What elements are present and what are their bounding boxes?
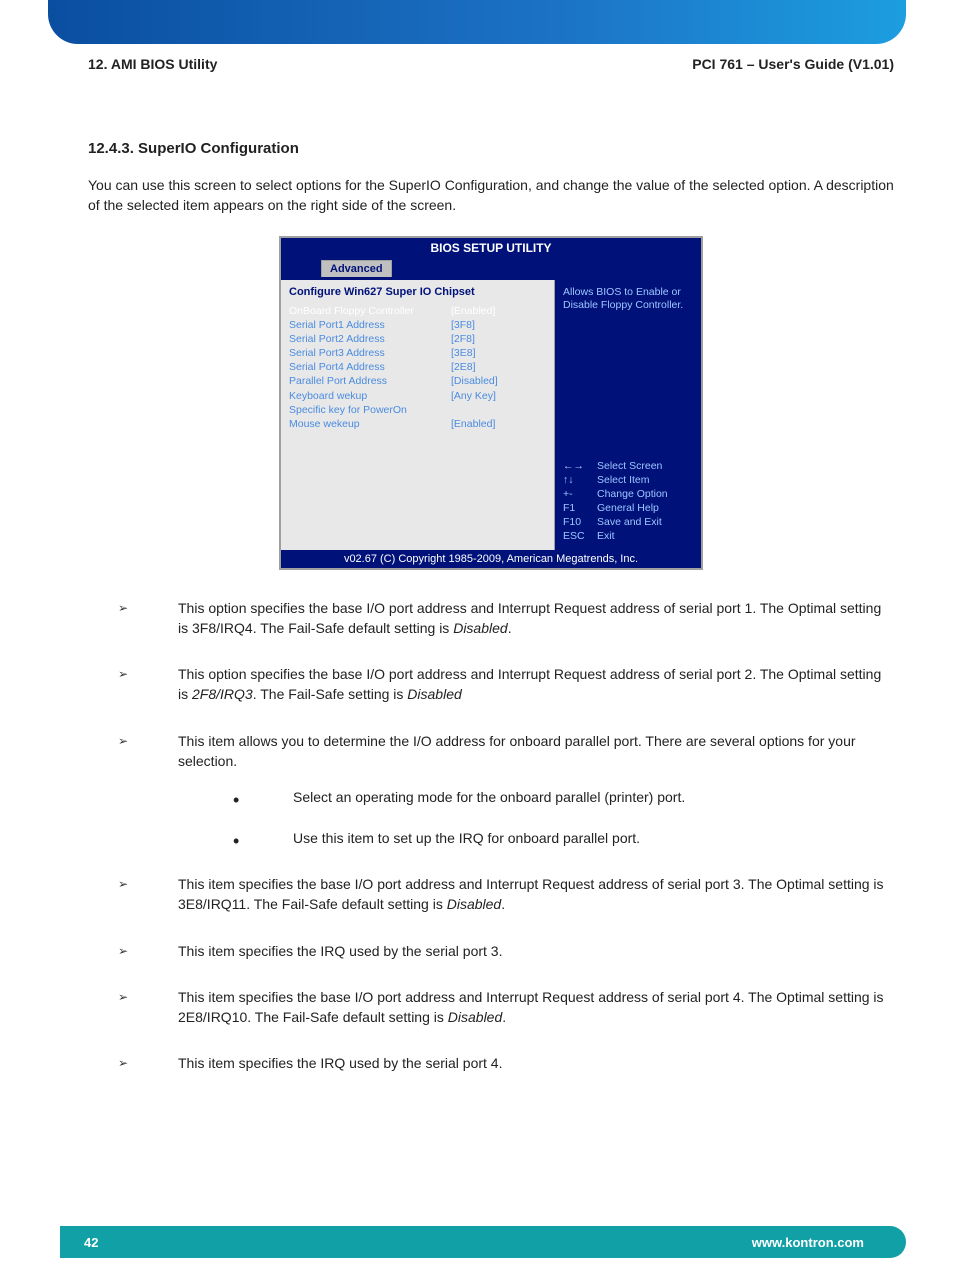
definition-text: This item allows you to determine the I/…: [178, 733, 856, 769]
bios-config-value: [Any Key]: [451, 389, 546, 403]
bios-config-label: Keyboard wekup: [289, 389, 451, 403]
definition-item: ➢ This item specifies the IRQ used by th…: [88, 941, 894, 961]
bios-help-action: Select Screen: [597, 459, 662, 473]
bios-tab-advanced: Advanced: [321, 260, 392, 277]
bios-help-row: +-Change Option: [563, 487, 693, 501]
bios-help-list: ←→Select Screen↑↓Select Item+-Change Opt…: [563, 459, 693, 544]
definition-text: This option specifies the base I/O port …: [178, 600, 881, 636]
bios-help-action: Select Item: [597, 473, 650, 487]
bios-config-row: Serial Port4 Address[2E8]: [289, 360, 546, 374]
bios-config-label: Serial Port2 Address: [289, 332, 451, 346]
bios-help-key: F1: [563, 501, 597, 515]
section-heading: 12.4.3. SuperIO Configuration: [88, 140, 894, 157]
page-content: 12.4.3. SuperIO Configuration You can us…: [88, 140, 894, 1100]
bios-help-key: F10: [563, 515, 597, 529]
bios-help-action: Save and Exit: [597, 515, 662, 529]
page-top-stripe: [48, 0, 906, 44]
bios-help-row: ←→Select Screen: [563, 459, 693, 473]
bios-config-value: [3E8]: [451, 346, 546, 360]
bios-help-key: ↑↓: [563, 473, 597, 487]
bios-config-row: Parallel Port Address[Disabled]: [289, 374, 546, 388]
bios-help-action: General Help: [597, 501, 659, 515]
bios-config-value: [Enabled]: [451, 417, 546, 431]
bios-config-value: [2F8]: [451, 332, 546, 346]
bios-help-row: ESCExit: [563, 529, 693, 543]
definition-sub-text: Use this item to set up the IRQ for onbo…: [293, 830, 640, 846]
definition-text: This item specifies the base I/O port ad…: [178, 989, 884, 1025]
bios-config-label: OnBoard Floppy Controller: [289, 304, 451, 318]
definition-item: ➢ This option specifies the base I/O por…: [88, 664, 894, 705]
bios-config-row: Serial Port2 Address[2F8]: [289, 332, 546, 346]
bios-help-row: F1General Help: [563, 501, 693, 515]
bios-config-label: Mouse wekeup: [289, 417, 451, 431]
bios-config-label: Serial Port4 Address: [289, 360, 451, 374]
bios-help-key: ESC: [563, 529, 597, 543]
bios-config-value: [2E8]: [451, 360, 546, 374]
bios-config-value: [3F8]: [451, 318, 546, 332]
definition-item: ➢ This option specifies the base I/O por…: [88, 598, 894, 639]
bios-config-title: Configure Win627 Super IO Chipset: [289, 286, 546, 298]
bios-help-action: Change Option: [597, 487, 668, 501]
definition-sub-item: • Use this item to set up the IRQ for on…: [178, 828, 894, 848]
bios-config-row: OnBoard Floppy Controller[Enabled]: [289, 304, 546, 318]
definition-list: ➢ This option specifies the base I/O por…: [88, 598, 894, 1074]
bios-help-key: +-: [563, 487, 597, 501]
definition-text: This item specifies the base I/O port ad…: [178, 876, 884, 912]
bios-config-value: [Disabled]: [451, 374, 546, 388]
bios-config-row: Mouse wekeup[Enabled]: [289, 417, 546, 431]
bios-help-row: F10Save and Exit: [563, 515, 693, 529]
bios-config-label: Serial Port3 Address: [289, 346, 451, 360]
page-number: 42: [84, 1235, 98, 1250]
definition-text: This option specifies the base I/O port …: [178, 666, 881, 702]
definition-item: ➢ This item specifies the base I/O port …: [88, 874, 894, 915]
bios-copyright: v02.67 (C) Copyright 1985-2009, American…: [281, 550, 701, 568]
chevron-right-icon: ➢: [118, 989, 128, 1006]
header-doc-title: PCI 761 – User's Guide (V1.01): [692, 56, 894, 72]
bios-config-row: Specific key for PowerOn: [289, 403, 546, 417]
bullet-icon: •: [233, 828, 239, 854]
bios-screenshot: BIOS SETUP UTILITY Advanced Configure Wi…: [279, 236, 703, 570]
bios-config-row: Keyboard wekup[Any Key]: [289, 389, 546, 403]
definition-item: ➢ This item specifies the IRQ used by th…: [88, 1053, 894, 1073]
section-intro: You can use this screen to select option…: [88, 175, 894, 216]
bios-tab-bar: Advanced: [281, 258, 701, 280]
page-footer: 42 www.kontron.com: [60, 1226, 906, 1258]
bios-left-pane: Configure Win627 Super IO Chipset OnBoar…: [281, 280, 555, 550]
footer-url: www.kontron.com: [752, 1235, 864, 1250]
bios-config-value: [451, 403, 546, 417]
chevron-right-icon: ➢: [118, 943, 128, 960]
chevron-right-icon: ➢: [118, 876, 128, 893]
definition-item: ➢ This item specifies the base I/O port …: [88, 987, 894, 1028]
definition-item: ➢ This item allows you to determine the …: [88, 731, 894, 848]
chevron-right-icon: ➢: [118, 733, 128, 750]
definition-text: This item specifies the IRQ used by the …: [178, 943, 502, 959]
bios-config-label: Parallel Port Address: [289, 374, 451, 388]
bios-config-label: Serial Port1 Address: [289, 318, 451, 332]
bios-config-label: Specific key for PowerOn: [289, 403, 451, 417]
bios-config-row: Serial Port1 Address[3F8]: [289, 318, 546, 332]
header-section: 12. AMI BIOS Utility: [88, 56, 217, 72]
bios-help-row: ↑↓Select Item: [563, 473, 693, 487]
bullet-icon: •: [233, 787, 239, 813]
chevron-right-icon: ➢: [118, 600, 128, 617]
bios-right-pane: Allows BIOS to Enable or Disable Floppy …: [555, 280, 701, 550]
definition-text: This item specifies the IRQ used by the …: [178, 1055, 502, 1071]
definition-sub-item: • Select an operating mode for the onboa…: [178, 787, 894, 807]
bios-config-value: [Enabled]: [451, 304, 546, 318]
bios-title: BIOS SETUP UTILITY: [281, 238, 701, 258]
definition-sub-text: Select an operating mode for the onboard…: [293, 789, 685, 805]
bios-help-key: ←→: [563, 459, 597, 473]
chevron-right-icon: ➢: [118, 1055, 128, 1072]
chevron-right-icon: ➢: [118, 666, 128, 683]
bios-help-action: Exit: [597, 529, 615, 543]
bios-item-desc: Allows BIOS to Enable or Disable Floppy …: [563, 286, 693, 313]
page-header: 12. AMI BIOS Utility PCI 761 – User's Gu…: [88, 56, 894, 72]
bios-config-row: Serial Port3 Address[3E8]: [289, 346, 546, 360]
